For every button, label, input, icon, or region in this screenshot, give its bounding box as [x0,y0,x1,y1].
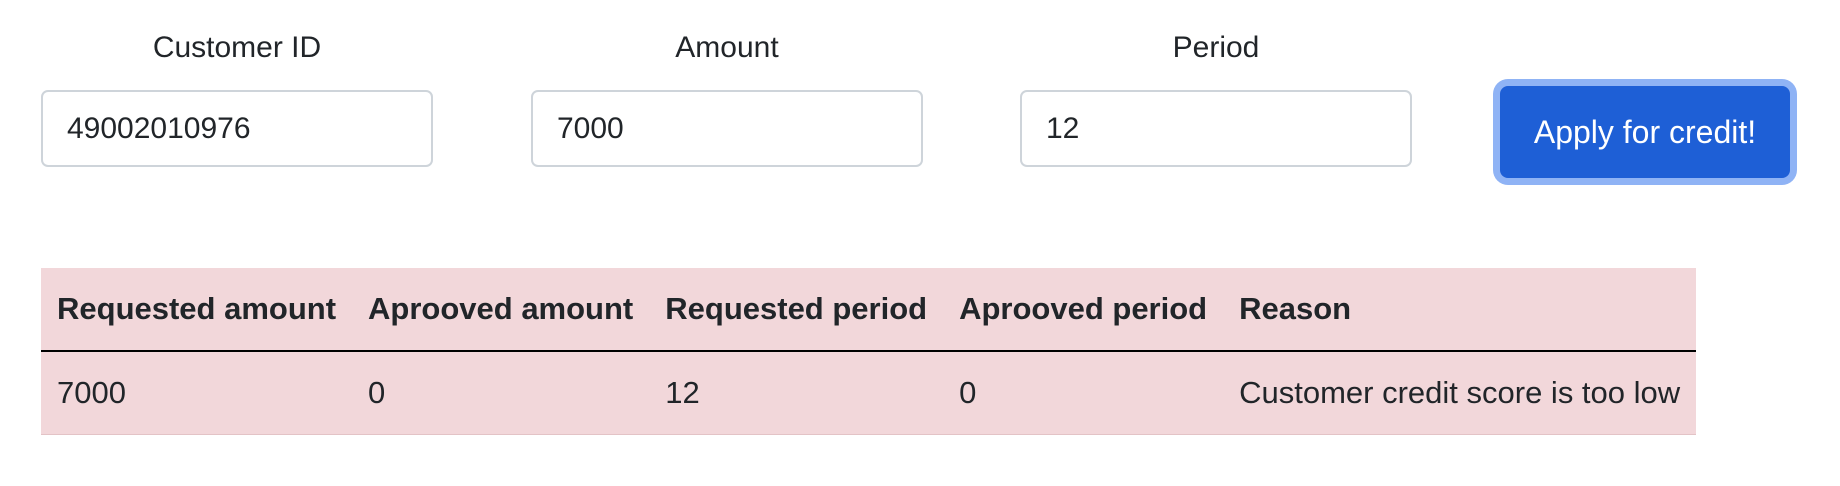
period-field-group: Period [1020,30,1412,167]
credit-application-form: Customer ID Amount Period Apply for cred… [0,0,1840,200]
result-table-header: Requested amount Aprooved amount Request… [41,268,1697,352]
customer-id-input[interactable] [41,90,433,167]
customer-id-label: Customer ID [152,31,322,64]
header-aprooved-period: Aprooved period [943,268,1224,352]
table-row: 7000 0 12 0 Customer credit score is too… [41,351,1697,435]
cell-reason: Customer credit score is too low [1223,351,1697,435]
cell-requested-period: 12 [649,351,944,435]
credit-result-table: Requested amount Aprooved amount Request… [41,268,1697,435]
result-table-body: 7000 0 12 0 Customer credit score is too… [41,351,1697,435]
header-reason: Reason [1223,268,1697,352]
cell-aprooved-period: 0 [943,351,1224,435]
period-label: Period [1172,31,1260,64]
amount-label: Amount [675,31,779,64]
cell-requested-amount: 7000 [41,351,353,435]
amount-input[interactable] [531,90,923,167]
customer-id-field-group: Customer ID [41,30,433,167]
amount-field-group: Amount [531,30,923,167]
header-aprooved-amount: Aprooved amount [352,268,650,352]
table-header-row: Requested amount Aprooved amount Request… [41,268,1697,352]
header-requested-amount: Requested amount [41,268,353,352]
cell-aprooved-amount: 0 [352,351,650,435]
apply-for-credit-button[interactable]: Apply for credit! [1500,86,1790,178]
period-input[interactable] [1020,90,1412,167]
header-requested-period: Requested period [649,268,944,352]
